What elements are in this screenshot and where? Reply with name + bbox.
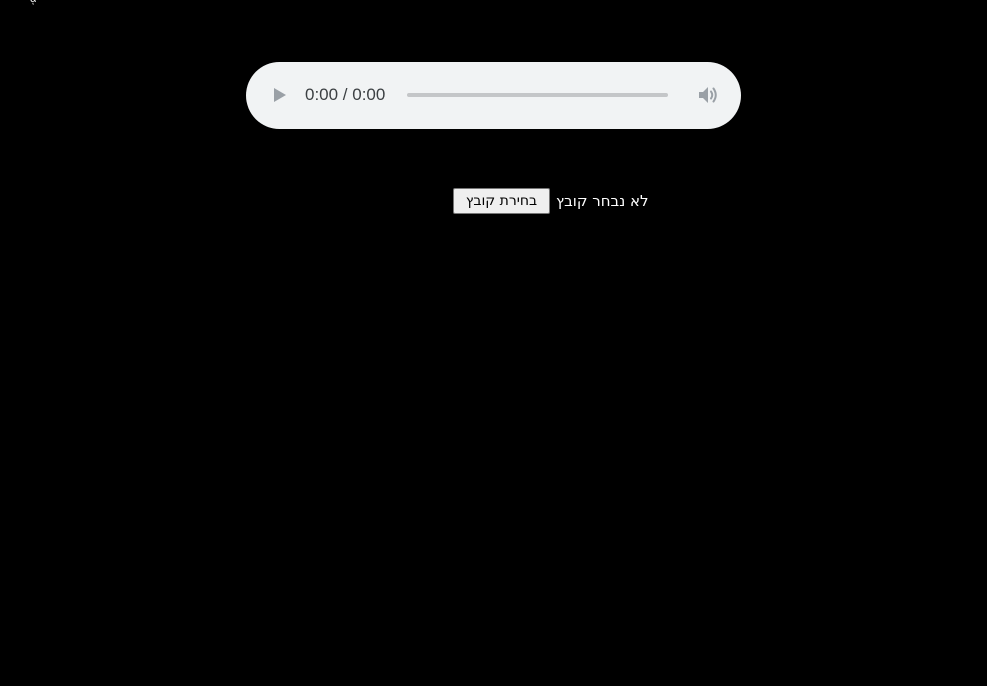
- play-button[interactable]: [272, 86, 288, 104]
- volume-icon: [699, 87, 717, 103]
- time-display: 0:00 / 0:00: [305, 85, 386, 104]
- volume-button[interactable]: [697, 84, 719, 106]
- play-icon: [274, 88, 286, 102]
- corner-mark: ᾳ: [30, 0, 36, 5]
- no-file-chosen-label: לא נבחר קובץ: [556, 192, 649, 210]
- page: ᾳ 0:00 / 0:00 בחירת קובץ לא נבחר קובץ: [0, 0, 987, 686]
- progress-slider[interactable]: [407, 93, 668, 97]
- choose-file-button[interactable]: בחירת קובץ: [453, 188, 550, 214]
